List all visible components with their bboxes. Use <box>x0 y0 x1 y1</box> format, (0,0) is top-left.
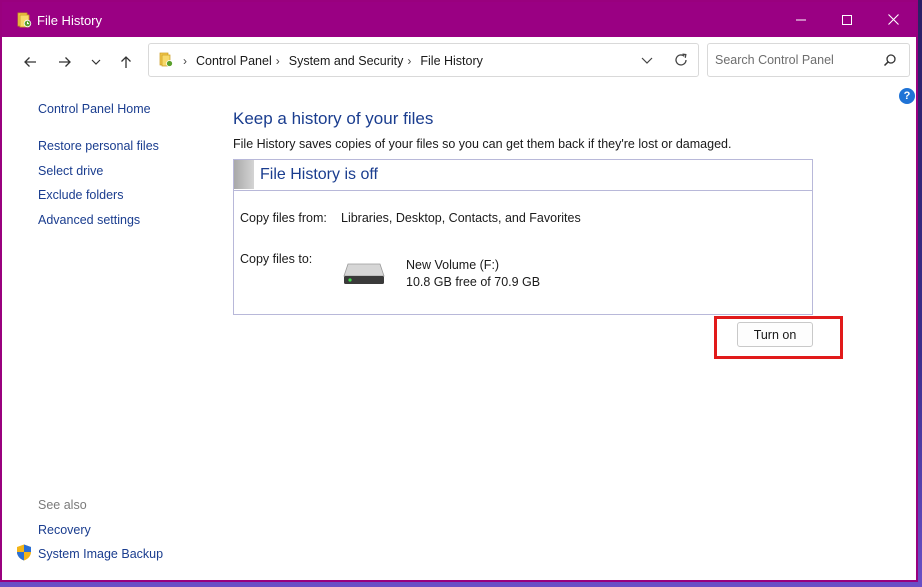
file-history-icon <box>17 12 32 28</box>
breadcrumb-separator[interactable]: › <box>276 54 280 68</box>
minimize-button[interactable] <box>778 2 824 37</box>
breadcrumb-file-history[interactable]: File History <box>420 54 483 68</box>
see-also-label: See also <box>38 498 87 512</box>
sidebar-item-control-panel-home[interactable]: Control Panel Home <box>38 102 151 116</box>
status-header: File History is off <box>234 160 812 191</box>
sidebar-item-recovery[interactable]: Recovery <box>38 523 91 537</box>
title-bar: File History <box>2 2 916 37</box>
search-box[interactable] <box>707 43 910 77</box>
breadcrumb: › Control Panel › System and Security › … <box>179 54 483 68</box>
close-icon <box>887 14 899 25</box>
back-icon <box>24 57 36 67</box>
search-icon[interactable] <box>883 53 897 67</box>
copy-from-value: Libraries, Desktop, Contacts, and Favori… <box>341 211 581 225</box>
page-description: File History saves copies of your files … <box>233 137 732 151</box>
breadcrumb-separator[interactable]: › <box>407 54 411 68</box>
copy-from-label: Copy files from: <box>240 211 327 225</box>
up-icon <box>121 56 131 68</box>
close-button[interactable] <box>870 2 916 37</box>
drive-name: New Volume (F:) <box>406 258 500 272</box>
sidebar-item-advanced-settings[interactable]: Advanced settings <box>38 213 140 227</box>
copy-to-label: Copy files to: <box>240 252 313 266</box>
window-title: File History <box>37 13 103 28</box>
navigation-bar: › Control Panel › System and Security › … <box>2 37 916 87</box>
sidebar-item-select-drive[interactable]: Select drive <box>38 164 103 178</box>
recent-locations-icon <box>91 59 101 65</box>
forward-icon <box>59 57 71 67</box>
shield-icon <box>17 544 31 561</box>
breadcrumb-system-and-security[interactable]: System and Security <box>289 54 404 68</box>
drive-free-space: 10.8 GB free of 70.9 GB <box>406 275 541 289</box>
file-history-window: File History › Control Panel › System an… <box>0 0 918 582</box>
sidebar-item-system-image-backup[interactable]: System Image Backup <box>38 547 163 561</box>
help-icon[interactable]: ? <box>899 88 915 104</box>
up-button[interactable] <box>114 51 138 73</box>
status-title: File History is off <box>260 166 378 183</box>
address-bar[interactable]: › Control Panel › System and Security › … <box>148 43 699 77</box>
search-input[interactable] <box>708 44 885 76</box>
sidebar: Control Panel Home Restore personal file… <box>2 87 217 580</box>
turn-on-button[interactable]: Turn on <box>737 322 813 347</box>
file-history-status-panel: File History is off Copy files from: Lib… <box>233 159 813 315</box>
drive-icon <box>343 263 385 284</box>
control-panel-icon <box>159 52 173 67</box>
minimize-icon <box>796 19 806 20</box>
breadcrumb-control-panel[interactable]: Control Panel <box>196 54 272 68</box>
sidebar-item-restore-personal-files[interactable]: Restore personal files <box>38 139 159 153</box>
recent-locations-button[interactable] <box>84 51 108 73</box>
maximize-icon <box>842 14 852 25</box>
back-button[interactable] <box>18 51 42 73</box>
page-title: Keep a history of your files <box>233 109 434 128</box>
breadcrumb-separator: › <box>183 54 187 68</box>
sidebar-item-exclude-folders[interactable]: Exclude folders <box>38 188 123 202</box>
maximize-button[interactable] <box>824 2 870 37</box>
status-indicator <box>234 160 254 189</box>
forward-button[interactable] <box>53 51 77 73</box>
chevron-down-icon[interactable] <box>640 54 654 68</box>
refresh-icon[interactable] <box>673 52 689 68</box>
